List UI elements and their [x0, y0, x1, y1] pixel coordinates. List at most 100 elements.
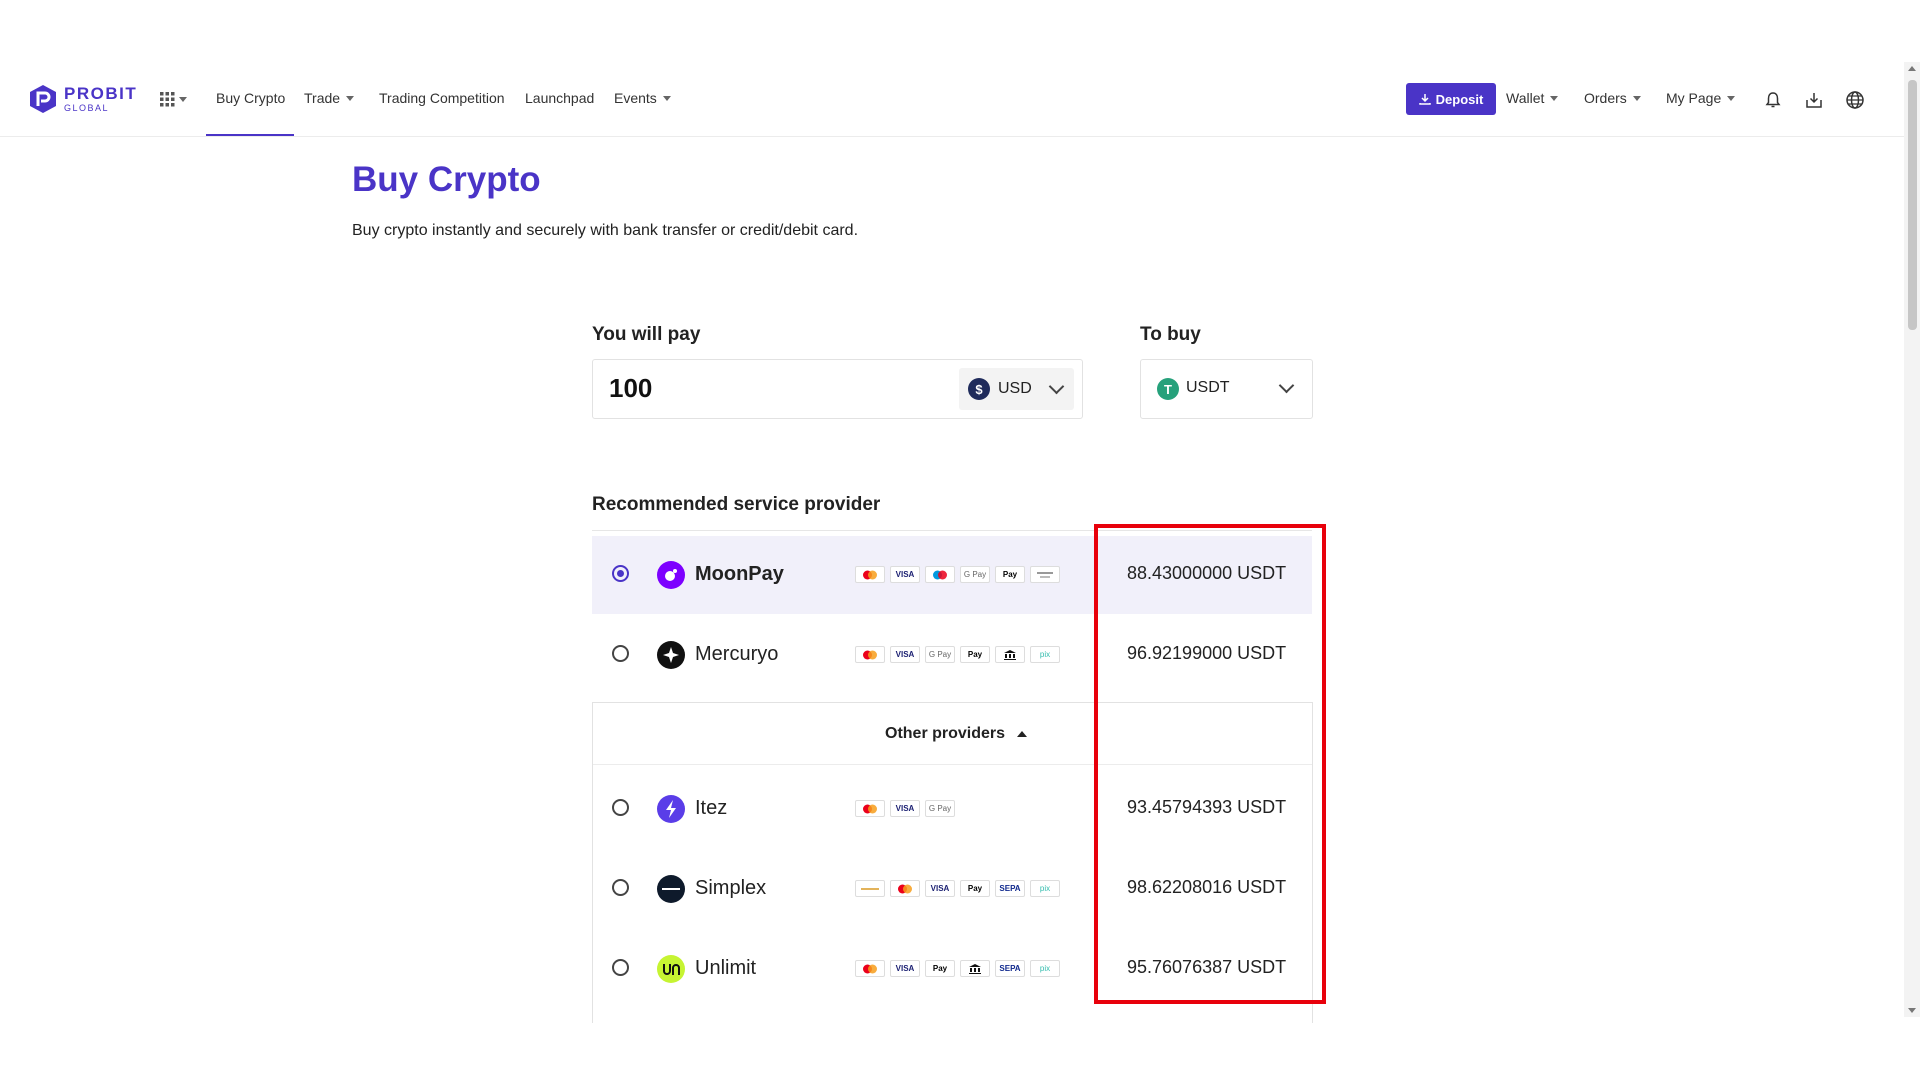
mastercard-icon [855, 800, 885, 817]
mastercard-icon [890, 880, 920, 897]
apple-pay-icon: Pay [960, 646, 990, 663]
mastercard-icon [855, 566, 885, 583]
pay-amount-field[interactable]: 100 $ USD [592, 359, 1083, 419]
chevron-down-icon [1048, 378, 1065, 395]
nav-my-page-label: My Page [1666, 90, 1722, 106]
apps-menu[interactable] [160, 92, 187, 107]
nav-trade-label: Trade [304, 90, 341, 106]
visa-icon: VISA [890, 566, 920, 583]
provider-name: Simplex [695, 877, 767, 899]
caret-down-icon [179, 97, 187, 102]
other-providers-header[interactable]: Other providers [885, 725, 1028, 743]
payment-methods: VISA G Pay [855, 800, 955, 817]
apple-pay-icon: Pay [960, 880, 990, 897]
provider-name: Itez [695, 797, 728, 819]
visa-icon: VISA [890, 800, 920, 817]
sepa-icon: SEPA [995, 880, 1025, 897]
pay-currency-label: USD [998, 380, 1032, 397]
payment-methods: VISA G Pay Pay pix [855, 646, 1060, 663]
provider-radio[interactable] [612, 565, 629, 582]
nav-launchpad-label: Launchpad [525, 90, 595, 106]
download-app-icon[interactable] [1804, 90, 1824, 110]
caret-down-icon [1550, 95, 1559, 101]
visa-icon: VISA [925, 880, 955, 897]
simplex-logo-icon [657, 875, 685, 903]
active-tab-indicator [206, 134, 294, 136]
other-providers-label: Other providers [885, 725, 1006, 742]
provider-name: Unlimit [695, 957, 757, 979]
recommended-heading: Recommended service provider [592, 494, 881, 515]
globe-icon[interactable] [1845, 90, 1865, 110]
page-scrollbar[interactable] [1904, 62, 1920, 1017]
google-pay-icon: G Pay [925, 646, 955, 663]
google-pay-icon: G Pay [925, 800, 955, 817]
mastercard-icon [855, 646, 885, 663]
unlimit-logo-icon [657, 955, 685, 983]
provider-radio[interactable] [612, 959, 629, 976]
amazon-pay-icon [1030, 566, 1060, 583]
apple-pay-icon: Pay [925, 960, 955, 977]
pix-icon: pix [1030, 880, 1060, 897]
nav-buy-crypto-label: Buy Crypto [216, 90, 286, 106]
scrollbar-thumb[interactable] [1908, 80, 1917, 330]
payment-methods: VISA Pay SEPA pix [855, 960, 1060, 977]
page-subtitle: Buy crypto instantly and securely with b… [352, 222, 859, 239]
provider-radio[interactable] [612, 645, 629, 662]
nav-launchpad[interactable]: Launchpad [525, 90, 594, 106]
nav-wallet[interactable]: Wallet [1506, 90, 1559, 106]
google-pay-icon: G Pay [960, 566, 990, 583]
payment-methods: VISA G Pay Pay [855, 566, 1060, 583]
probit-logo[interactable]: PROBIT GLOBAL [28, 84, 137, 114]
top-nav: PROBIT GLOBAL Buy Crypto Trade Trading C… [0, 62, 1904, 137]
provider-name: MoonPay [695, 563, 784, 585]
download-icon [1418, 94, 1431, 105]
pix-icon: pix [1030, 960, 1060, 977]
nav-buy-crypto[interactable]: Buy Crypto [216, 90, 285, 106]
mastercard-icon [855, 960, 885, 977]
deposit-label: Deposit [1435, 91, 1484, 107]
caret-up-icon [1017, 731, 1028, 737]
caret-down-icon [346, 95, 355, 101]
pix-icon: pix [1030, 646, 1060, 663]
nav-events-label: Events [614, 90, 657, 106]
buy-label: To buy [1140, 324, 1201, 345]
pay-amount-value[interactable]: 100 [609, 373, 652, 404]
probit-logo-icon [30, 85, 56, 113]
provider-radio[interactable] [612, 879, 629, 896]
pay-currency-select[interactable]: $ USD [959, 368, 1074, 410]
brand-sub: GLOBAL [64, 103, 110, 113]
scroll-up-icon[interactable] [1908, 66, 1916, 71]
buy-currency-label: USDT [1186, 379, 1230, 396]
maestro-icon [925, 566, 955, 583]
nav-orders[interactable]: Orders [1584, 90, 1641, 106]
scroll-down-icon[interactable] [1908, 1008, 1916, 1013]
buy-currency-select[interactable]: T USDT [1140, 359, 1313, 419]
chevron-down-icon [1278, 377, 1295, 394]
visa-icon: VISA [890, 646, 920, 663]
mercuryo-logo-icon [657, 641, 685, 669]
moonpay-logo-icon [657, 561, 685, 589]
bell-icon[interactable] [1763, 90, 1783, 110]
apple-pay-icon: Pay [995, 566, 1025, 583]
deposit-button[interactable]: Deposit [1406, 83, 1496, 115]
bank-transfer-icon [855, 880, 885, 897]
nav-events[interactable]: Events [614, 90, 671, 106]
nav-trade[interactable]: Trade [304, 90, 355, 106]
bank-icon [960, 960, 990, 977]
bank-icon [995, 646, 1025, 663]
caret-down-icon [662, 95, 671, 101]
nav-my-page[interactable]: My Page [1666, 90, 1736, 106]
nav-wallet-label: Wallet [1506, 90, 1545, 106]
payment-methods: VISA Pay SEPA pix [855, 880, 1060, 897]
itez-logo-icon [657, 795, 685, 823]
grid-icon [160, 92, 175, 107]
tether-coin-icon: T [1157, 378, 1179, 400]
nav-trading-competition[interactable]: Trading Competition [379, 90, 505, 106]
provider-radio[interactable] [612, 799, 629, 816]
pay-label: You will pay [592, 324, 701, 345]
nav-orders-label: Orders [1584, 90, 1627, 106]
sepa-icon: SEPA [995, 960, 1025, 977]
dollar-coin-icon: $ [968, 378, 990, 400]
brand-name: PROBIT [64, 84, 138, 103]
visa-icon: VISA [890, 960, 920, 977]
